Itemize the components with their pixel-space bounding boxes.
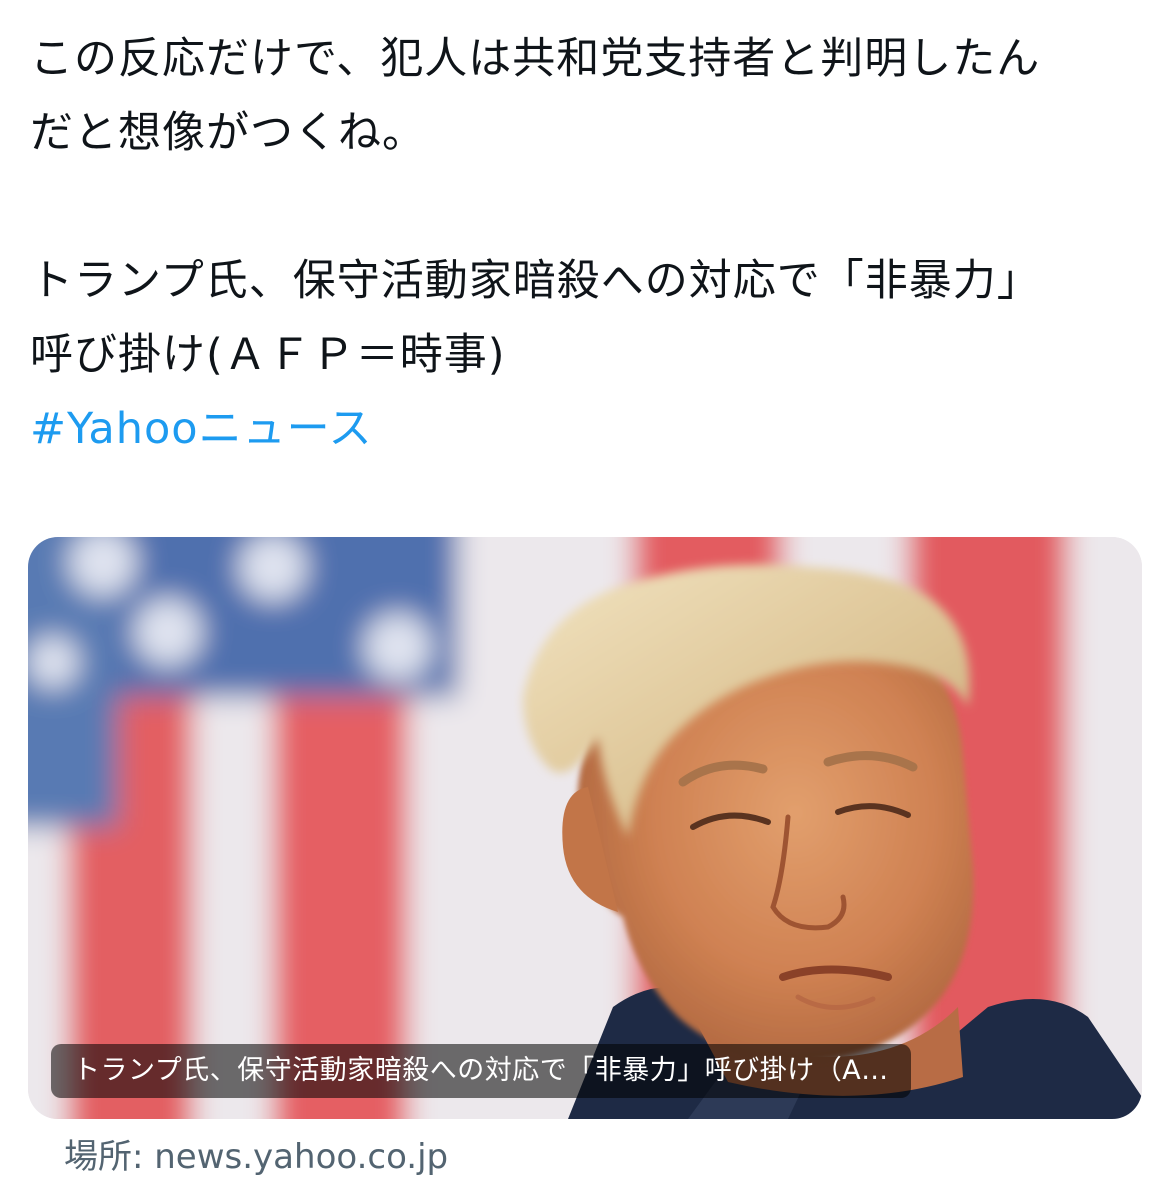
- hashtag-link[interactable]: #Yahooニュース: [30, 392, 1140, 466]
- tweet-text-line: この反応だけで、犯人は共和党支持者と判明したん: [30, 34, 1041, 84]
- tweet-text-line: 呼び掛け(ＡＦＰ＝時事): [30, 330, 506, 380]
- tweet-text-line: だと想像がつくね。: [30, 108, 426, 158]
- tweet-text: この反応だけで、犯人は共和党支持者と判明したん だと想像がつくね。 トランプ氏、…: [30, 22, 1140, 466]
- link-source-domain[interactable]: 場所: news.yahoo.co.jp: [64, 1133, 448, 1181]
- link-card[interactable]: トランプ氏、保守活動家暗殺への対応で「非暴力」呼び掛け（A…: [28, 537, 1142, 1119]
- link-card-caption: トランプ氏、保守活動家暗殺への対応で「非暴力」呼び掛け（A…: [51, 1044, 911, 1098]
- tweet-text-line: トランプ氏、保守活動家暗殺への対応で「非暴力」: [30, 256, 1041, 306]
- news-photo-image: [28, 537, 1142, 1119]
